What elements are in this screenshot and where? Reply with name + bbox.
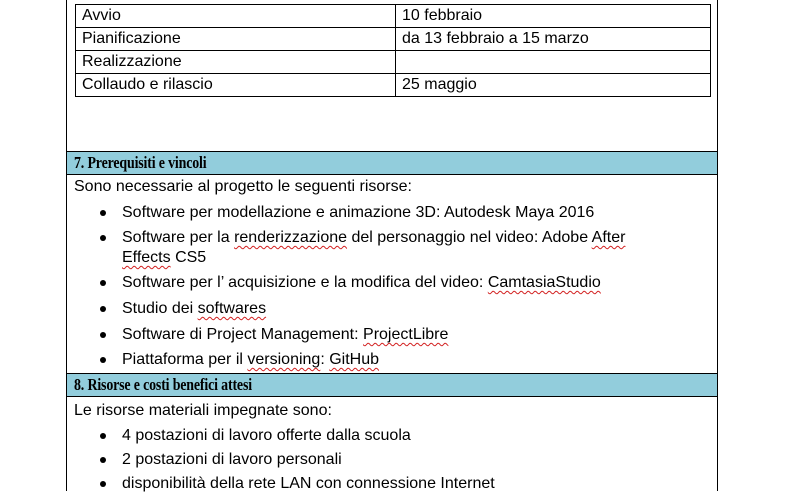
table-row: Collaudo e rilascio 25 maggio	[75, 73, 711, 97]
bullet-icon	[100, 357, 106, 363]
bullet-icon	[100, 306, 106, 312]
list-item: Piattaforma per il versioning: GitHub	[100, 350, 625, 372]
list-item: Software di Project Management: ProjectL…	[100, 325, 625, 350]
phase-name: Pianificazione	[75, 27, 396, 51]
bullet-icon	[100, 481, 106, 487]
phase-date: 25 maggio	[395, 73, 711, 97]
spellcheck-word[interactable]: softwares	[198, 300, 266, 317]
phase-name: Realizzazione	[75, 50, 396, 74]
phase-name: Avvio	[75, 4, 396, 28]
section-7-intro: Sono necessarie al progetto le seguenti …	[74, 178, 412, 195]
section-8-list: 4 postazioni di lavoro offerte dalla scu…	[100, 426, 495, 496]
spellcheck-word[interactable]: After	[592, 229, 626, 246]
bullet-icon	[100, 433, 106, 439]
section-8-title: 8. Risorse e costi benefici attesi	[74, 375, 252, 394]
list-item: 4 postazioni di lavoro offerte dalla scu…	[100, 426, 495, 450]
list-item: Software per l’ acquisizione e la modifi…	[100, 273, 625, 299]
bullet-icon	[100, 280, 106, 286]
bullet-icon	[100, 210, 106, 216]
list-item: disponibilità della rete LAN con conness…	[100, 474, 495, 496]
table-row: Pianificazione da 13 febbraio a 15 marzo	[75, 27, 711, 51]
bullet-icon	[100, 457, 106, 463]
bullet-icon	[100, 235, 106, 241]
phase-date: da 13 febbraio a 15 marzo	[395, 27, 711, 51]
list-item: Software per modellazione e animazione 3…	[100, 203, 625, 228]
spellcheck-word[interactable]: versioning	[247, 351, 320, 368]
list-item: Software per la renderizzazione del pers…	[100, 228, 625, 273]
phase-date: 10 febbraio	[395, 4, 711, 28]
phase-date	[395, 50, 711, 74]
spellcheck-word[interactable]: renderizzazione	[234, 229, 347, 246]
section-7-list: Software per modellazione e animazione 3…	[100, 203, 625, 372]
list-item: Studio dei softwares	[100, 299, 625, 325]
bullet-icon	[100, 332, 106, 338]
spellcheck-word[interactable]: Effects	[122, 249, 171, 266]
section-8-intro: Le risorse materiali impegnate sono:	[74, 402, 332, 419]
section-7-header: 7. Prerequisiti e vincoli	[67, 151, 717, 175]
table-row: Realizzazione	[75, 50, 711, 74]
section-7-title: 7. Prerequisiti e vincoli	[74, 153, 207, 172]
spellcheck-word[interactable]: CamtasiaStudio	[488, 274, 601, 291]
section-8-header: 8. Risorse e costi benefici attesi	[67, 373, 717, 397]
table-row: Avvio 10 febbraio	[75, 4, 711, 28]
phases-table: Avvio 10 febbraio Pianificazione da 13 f…	[75, 4, 711, 97]
spellcheck-word[interactable]: GitHub	[329, 351, 379, 368]
list-item: 2 postazioni di lavoro personali	[100, 450, 495, 474]
phase-name: Collaudo e rilascio	[75, 73, 396, 97]
spellcheck-word[interactable]: ProjectLibre	[363, 326, 448, 343]
